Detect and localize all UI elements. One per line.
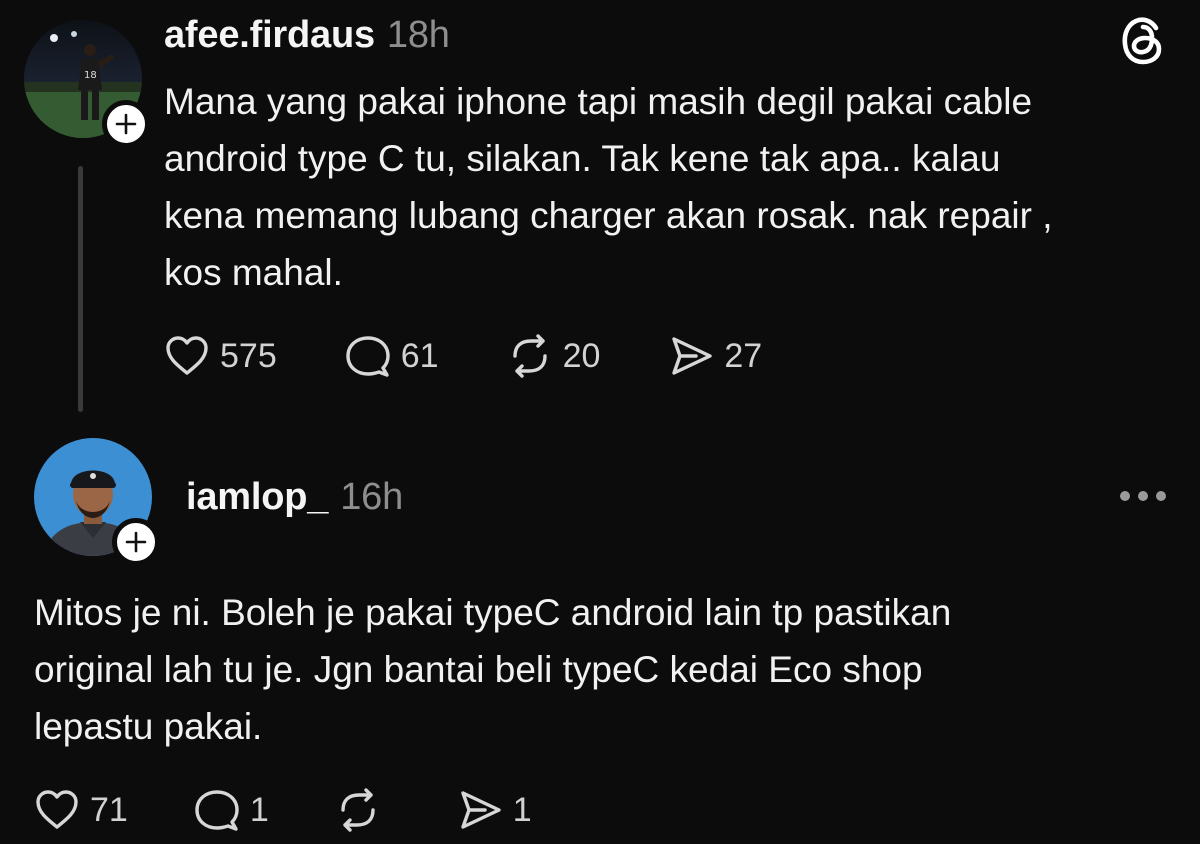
reply-repost-button[interactable] bbox=[335, 788, 391, 832]
reply-actions: 71 1 1 bbox=[34, 788, 532, 832]
thread-connector-line bbox=[78, 166, 83, 412]
plus-icon bbox=[115, 113, 137, 135]
reply-reply-count: 1 bbox=[249, 790, 269, 829]
share-count: 27 bbox=[724, 336, 763, 375]
repost-button[interactable]: 20 bbox=[507, 334, 601, 378]
heart-icon bbox=[36, 790, 78, 829]
send-icon bbox=[672, 337, 713, 375]
reply-button[interactable]: 61 bbox=[345, 334, 439, 378]
threads-logo-icon[interactable] bbox=[1118, 14, 1166, 66]
post-author[interactable]: afee.firdaus 18h bbox=[164, 14, 450, 57]
comment-icon bbox=[195, 790, 239, 831]
reply-share-button[interactable]: 1 bbox=[457, 789, 532, 831]
post-actions: 575 61 20 27 bbox=[164, 334, 762, 378]
plus-icon bbox=[125, 531, 147, 553]
svg-text:18: 18 bbox=[84, 70, 97, 81]
reply-share-count: 1 bbox=[512, 790, 532, 829]
reply-like-count: 71 bbox=[90, 790, 128, 829]
post-username[interactable]: afee.firdaus bbox=[164, 14, 375, 56]
like-count: 575 bbox=[220, 336, 277, 375]
heart-icon bbox=[166, 336, 208, 375]
reply-timestamp: 16h bbox=[340, 476, 404, 518]
reply-reply-button[interactable]: 1 bbox=[194, 788, 269, 832]
follow-button-iamlop[interactable] bbox=[112, 518, 160, 566]
more-options-icon[interactable] bbox=[1120, 484, 1166, 508]
share-button[interactable]: 27 bbox=[668, 335, 762, 377]
repost-icon bbox=[341, 788, 375, 832]
reply-body-text: Mitos je ni. Boleh je pakai typeC androi… bbox=[34, 592, 952, 747]
reply-count: 61 bbox=[400, 336, 439, 375]
reply-username[interactable]: iamlop_ bbox=[186, 476, 328, 518]
like-button[interactable]: 575 bbox=[164, 335, 277, 377]
repost-icon bbox=[512, 334, 547, 378]
post-timestamp: 18h bbox=[386, 14, 450, 56]
reply-author[interactable]: iamlop_ 16h bbox=[186, 476, 403, 519]
repost-count: 20 bbox=[562, 336, 601, 375]
send-icon bbox=[461, 791, 501, 829]
post-body-text: Mana yang pakai iphone tapi masih degil … bbox=[164, 81, 1053, 293]
follow-button-afee-firdaus[interactable] bbox=[102, 100, 150, 148]
reply-like-button[interactable]: 71 bbox=[34, 789, 128, 831]
comment-icon bbox=[346, 336, 390, 377]
